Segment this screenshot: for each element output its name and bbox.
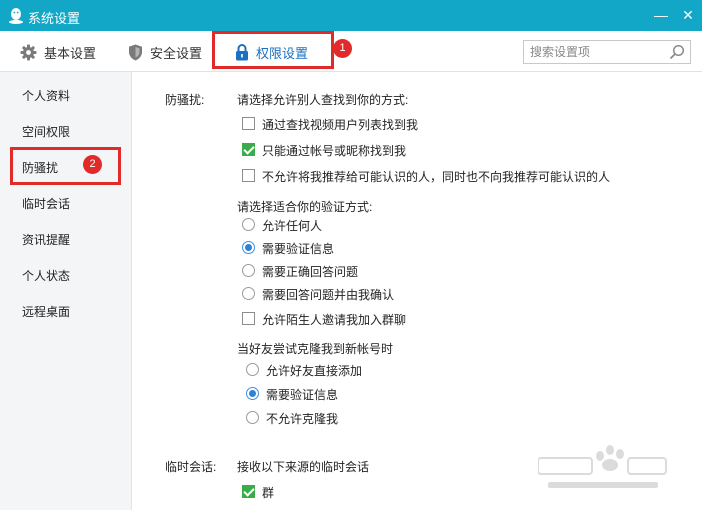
settings-toolbar: 基本设置 安全设置 权限设置 1 [0, 31, 702, 72]
need-verification-label: 需要验证信息 [262, 242, 335, 256]
step-badge-2: 2 [83, 155, 102, 174]
search-icon[interactable] [669, 44, 685, 60]
tab-basic-settings[interactable]: 基本设置 [20, 37, 96, 67]
clone-allow-direct-radio[interactable] [246, 363, 259, 376]
sidebar-item-temp-session[interactable]: 临时会话 [22, 195, 70, 212]
need-verification-radio[interactable] [242, 241, 255, 254]
step-badge-1: 1 [333, 39, 352, 58]
lock-icon [236, 43, 248, 60]
sidebar-item-space-permissions[interactable]: 空间权限 [22, 123, 70, 140]
clone-allow-direct-label: 允许好友直接添加 [266, 364, 363, 378]
tab-permission-settings[interactable]: 权限设置 [235, 37, 308, 67]
correct-answer-radio[interactable] [242, 264, 255, 277]
find-by-account-checkbox[interactable] [242, 143, 255, 156]
allow-anyone-label: 允许任何人 [262, 219, 323, 233]
search-input[interactable] [524, 41, 664, 63]
tab-security-settings-label: 安全设置 [150, 45, 203, 61]
tab-permission-settings-label: 权限设置 [256, 45, 309, 61]
correct-answer-label: 需要正确回答问题 [262, 265, 359, 279]
tab-basic-settings-label: 基本设置 [44, 45, 97, 61]
minimize-button[interactable]: — [652, 6, 670, 24]
clone-disallow-label: 不允许克隆我 [266, 412, 339, 426]
answer-and-confirm-label: 需要回答问题并由我确认 [262, 288, 395, 302]
search-box [523, 40, 691, 64]
sidebar-item-profile[interactable]: 个人资料 [22, 87, 70, 104]
tab-security-settings[interactable]: 安全设置 [128, 37, 202, 67]
verify-method-title: 请选择适合你的验证方式: [237, 200, 373, 214]
no-recommend-checkbox[interactable] [242, 169, 255, 182]
sidebar-item-anti-harassment[interactable]: 防骚扰 [22, 159, 58, 176]
clone-need-verification-label: 需要验证信息 [266, 388, 339, 402]
stranger-group-invite-checkbox[interactable] [242, 312, 255, 325]
watermark-paw-icon [538, 445, 667, 488]
close-button[interactable]: ✕ [679, 6, 697, 24]
temp-session-group-checkbox[interactable] [242, 485, 255, 498]
no-recommend-label: 不允许将我推荐给可能认识的人，同时也不向我推荐可能认识的人 [262, 170, 611, 184]
temp-session-title: 接收以下来源的临时会话 [237, 460, 370, 474]
title-bar: 系统设置 — ✕ [0, 0, 702, 31]
clone-disallow-radio[interactable] [246, 411, 259, 424]
sidebar: 个人资料 空间权限 防骚扰 临时会话 资讯提醒 个人状态 远程桌面 2 [0, 72, 132, 510]
anti-harass-section-label: 防骚扰: [165, 93, 205, 107]
clone-need-verification-radio[interactable] [246, 387, 259, 400]
penguin-icon [9, 8, 23, 24]
sidebar-item-news-alerts[interactable]: 资讯提醒 [22, 231, 70, 248]
stranger-group-invite-label: 允许陌生人邀请我加入群聊 [262, 313, 407, 327]
temp-session-section-label: 临时会话: [165, 460, 217, 474]
allow-anyone-radio[interactable] [242, 218, 255, 231]
answer-and-confirm-radio[interactable] [242, 287, 255, 300]
find-method-title: 请选择允许别人查找到你的方式: [237, 93, 409, 107]
window-title: 系统设置 [28, 11, 81, 26]
temp-session-group-label: 群 [262, 486, 275, 500]
clone-title: 当好友尝试克隆我到新帐号时 [237, 342, 394, 356]
find-by-video-list-label: 通过查找视频用户列表找到我 [262, 118, 419, 132]
find-by-video-list-checkbox[interactable] [242, 117, 255, 130]
gear-icon [20, 44, 37, 60]
shield-icon [129, 44, 142, 60]
sidebar-item-status[interactable]: 个人状态 [22, 267, 70, 284]
sidebar-item-remote-desktop[interactable]: 远程桌面 [22, 303, 70, 320]
find-by-account-label: 只能通过帐号或昵称找到我 [262, 144, 407, 158]
